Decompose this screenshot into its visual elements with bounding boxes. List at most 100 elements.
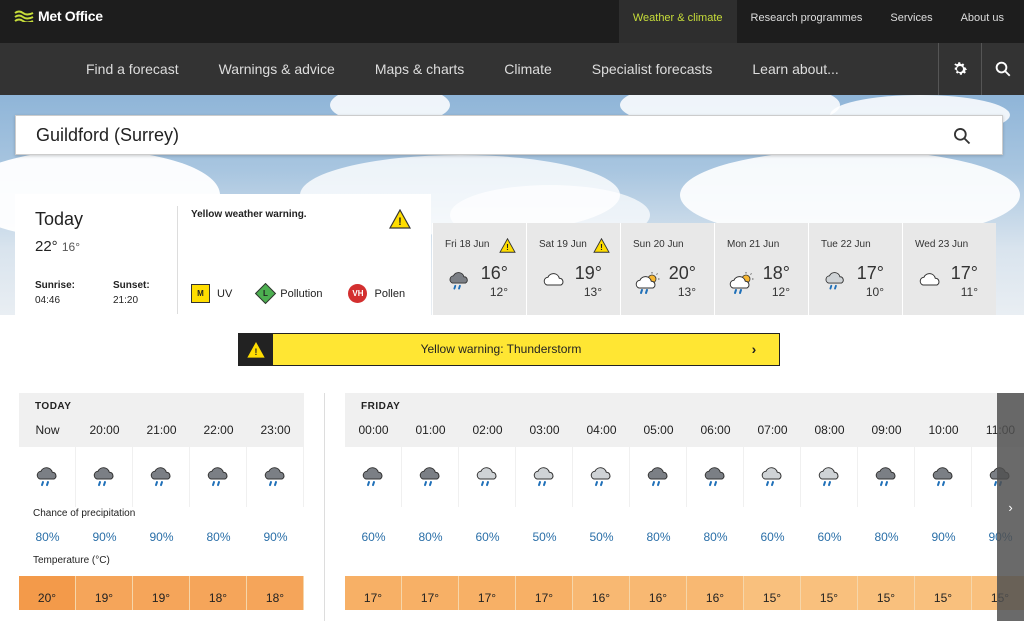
temp-value: 17° [345,576,402,610]
nav-climate[interactable]: Climate [484,61,571,77]
heavy-rain-icon [687,447,744,507]
sunrise: Sunrise: 04:46 [35,280,75,306]
temp-value: 16° [573,576,630,610]
day-label: Tue 22 Jun [821,239,871,250]
day-high: 19° [574,263,602,283]
day-tab[interactable]: Fri 18 Jun! 16° 12° [432,223,526,315]
top-bar: Met Office Weather & climate Research pr… [0,0,1024,43]
gear-icon [954,62,968,75]
pollen-label: Pollen [374,287,406,300]
day-tab[interactable]: Mon 21 Jun 18° 12° [714,223,808,315]
today-summary-card[interactable]: Today 22° 16° Sunrise: 04:46 Sunset: 21:20… [15,194,431,315]
today-title: Today [35,209,84,229]
sun-cloud-rain-icon [635,271,663,300]
logo-text: Met Office [38,8,103,24]
location-search-button[interactable] [952,126,972,151]
settings-button[interactable] [938,43,981,95]
temp-value: 15° [801,576,858,610]
search-icon [995,61,1011,77]
met-office-logo[interactable]: Met Office [14,8,103,24]
hour-label: 00:00 [358,423,389,437]
pollution-level: L [263,288,269,298]
cloud-icon [541,271,567,294]
day-tab[interactable]: Sun 20 Jun 20° 13° [620,223,714,315]
top-link-services[interactable]: Services [876,0,946,36]
warning-triangle-icon: ! [499,238,516,253]
nav-specialist[interactable]: Specialist forecasts [572,61,733,77]
temp-value: 17° [459,576,516,610]
day-low: 11° [960,285,978,299]
precip-value: 90% [149,530,174,544]
heavy-rain-icon [190,447,247,507]
nav-learn[interactable]: Learn about... [732,61,858,77]
day-low: 12° [489,285,508,299]
hourly-friday-hours: 00:00 01:00 02:00 03:00 04:00 05:00 06:00 07:00… [345,419,1024,447]
top-link-about[interactable]: About us [947,0,1024,36]
scroll-right-button[interactable]: › [997,393,1024,621]
nav-warnings[interactable]: Warnings & advice [199,61,355,77]
banner-warning-icon: ! [239,334,273,365]
svg-text:!: ! [506,243,509,252]
precip-value: 80% [206,530,231,544]
precip-value: 80% [646,530,671,544]
temp-value: 19° [76,576,133,610]
nav-maps[interactable]: Maps & charts [355,61,484,77]
hour-label: 06:00 [700,423,731,437]
warning-triangle-icon: ! [389,209,411,229]
pollution-label: Pollution [280,287,323,300]
nav-find-forecast[interactable]: Find a forecast [66,61,199,77]
day-tab[interactable]: Sat 19 Jun! 19° 13° [526,223,620,315]
yellow-warning-text[interactable]: Yellow weather warning. [191,209,307,220]
day-high: 17° [856,263,884,283]
hourly-today-temps: 20° 19° 19° 18° 18° [19,576,304,610]
pollen-level: VH [348,284,368,303]
precip-value: 80% [35,530,60,544]
sun-cloud-rain-icon [729,271,757,300]
day-tab[interactable]: Tue 22 Jun 17° 10° [808,223,902,315]
nav-search-button[interactable] [981,43,1024,95]
precip-value: 60% [475,530,500,544]
hour-label: 20:00 [89,423,120,437]
banner-text: Yellow warning: Thunderstorm [420,342,582,356]
daily-forecast-tabs: Fri 18 Jun! 16° 12° Sat 19 Jun! 19° 13° Sun 20… [432,223,996,315]
location-search-input[interactable]: Guildford (Surrey) [15,115,1003,155]
hour-label: Now [35,423,60,437]
uv-label: UV [217,287,233,300]
heavy-rain-icon [247,447,304,507]
sunrise-time: 04:46 [35,295,61,306]
thunderstorm-warning-banner[interactable]: ! Yellow warning: Thunderstorm › [238,333,780,366]
day-high: 17° [950,263,978,283]
temp-label-spacer [345,554,1024,574]
search-icon [954,128,971,145]
day-low: 13° [677,285,696,299]
temp-value: 20° [19,576,76,610]
heavy-rain-icon [402,447,459,507]
day-low: 10° [865,285,884,299]
heavy-rain-icon [858,447,915,507]
sunset-label: Sunset: [113,280,150,291]
hourly-friday-panel: FRIDAY 00:00 01:00 02:00 03:00 04:00 05:00 06:… [345,393,1024,621]
precip-label-spacer [345,507,1024,527]
main-nav: Find a forecast Warnings & advice Maps &… [0,43,1024,95]
hour-label: 09:00 [871,423,902,437]
pollution-badge[interactable]: L Pollution [255,282,323,305]
hour-label: 07:00 [757,423,788,437]
heavy-rain-icon [630,447,687,507]
top-link-weather-climate[interactable]: Weather & climate [618,0,737,43]
hourly-friday-icons [345,447,1024,507]
heavy-rain-icon [915,447,972,507]
top-links: Weather & climate Research programmes Se… [618,0,1024,43]
hourly-friday-temps: 17°17°17°17°16°16°16°15°15°15°15°15° [345,576,1024,610]
day-tab[interactable]: Wed 23 Jun 17° 11° [902,223,996,315]
chevron-right-icon: › [1008,499,1013,515]
hourly-today-panel: TODAY Now 20:00 21:00 22:00 23:00 Chance of … [19,393,304,621]
uv-badge[interactable]: M UV [191,284,232,303]
precip-value: 80% [874,530,899,544]
day-label: Fri 18 Jun [445,239,490,250]
temp-value: 15° [858,576,915,610]
pollen-badge[interactable]: VH Pollen [348,284,405,303]
top-link-research[interactable]: Research programmes [737,0,877,36]
hour-label: 10:00 [928,423,959,437]
warning-triangle-icon: ! [593,238,610,253]
hour-label: 01:00 [415,423,446,437]
